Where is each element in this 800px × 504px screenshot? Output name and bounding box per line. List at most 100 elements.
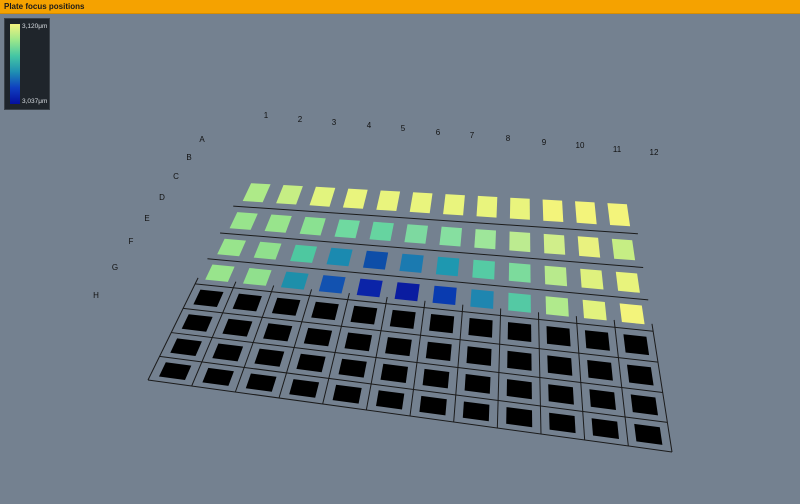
well-A5[interactable] (376, 190, 401, 212)
well-C2[interactable] (253, 241, 282, 260)
well-B2[interactable] (264, 214, 292, 233)
well-E4[interactable] (311, 301, 339, 321)
well-E8[interactable] (468, 318, 493, 338)
well-C6[interactable] (399, 253, 424, 273)
well-A6[interactable] (409, 192, 433, 214)
well-B6[interactable] (404, 224, 428, 244)
well-E5[interactable] (350, 305, 378, 325)
well-H11[interactable] (591, 418, 619, 439)
well-B10[interactable] (543, 233, 566, 255)
well-F10[interactable] (547, 355, 573, 376)
well-D11[interactable] (582, 299, 607, 321)
grid-col-line (537, 312, 542, 435)
well-C3[interactable] (290, 244, 318, 263)
well-B1[interactable] (229, 212, 258, 230)
well-G5[interactable] (338, 358, 367, 378)
well-F12[interactable] (627, 364, 654, 386)
well-E11[interactable] (584, 330, 610, 351)
well-D10[interactable] (545, 296, 569, 317)
well-D12[interactable] (619, 303, 645, 325)
well-E7[interactable] (429, 314, 455, 334)
well-H7[interactable] (419, 395, 447, 416)
well-B4[interactable] (334, 219, 360, 239)
well-G7[interactable] (422, 368, 450, 389)
well-F9[interactable] (507, 350, 532, 371)
column-label-6: 6 (436, 128, 441, 137)
well-B7[interactable] (439, 226, 462, 247)
well-H9[interactable] (506, 407, 533, 428)
well-A2[interactable] (276, 185, 303, 205)
well-G3[interactable] (254, 348, 285, 367)
well-A8[interactable] (476, 195, 498, 218)
well-F7[interactable] (425, 341, 452, 361)
well-A9[interactable] (509, 197, 530, 220)
well-H6[interactable] (376, 390, 405, 410)
well-E12[interactable] (623, 334, 650, 356)
well-G12[interactable] (630, 394, 658, 416)
well-B8[interactable] (474, 229, 496, 250)
well-B12[interactable] (611, 238, 636, 261)
well-F6[interactable] (385, 337, 412, 357)
well-D3[interactable] (280, 271, 309, 290)
well-D6[interactable] (394, 282, 420, 302)
well-A11[interactable] (575, 201, 597, 225)
well-B11[interactable] (577, 236, 601, 258)
well-C4[interactable] (326, 247, 353, 267)
well-D4[interactable] (318, 275, 346, 294)
well-B9[interactable] (509, 231, 531, 253)
well-H4[interactable] (289, 379, 320, 398)
well-E9[interactable] (507, 322, 532, 342)
well-E6[interactable] (389, 309, 416, 329)
well-A3[interactable] (309, 186, 336, 207)
well-D7[interactable] (432, 285, 457, 305)
well-C12[interactable] (615, 271, 640, 293)
well-G11[interactable] (589, 389, 616, 410)
well-E1[interactable] (193, 289, 224, 307)
well-A1[interactable] (242, 183, 271, 203)
well-F2[interactable] (222, 318, 253, 337)
well-E2[interactable] (232, 293, 262, 312)
well-H1[interactable] (159, 362, 192, 380)
well-B5[interactable] (369, 221, 394, 241)
well-F11[interactable] (587, 360, 613, 381)
well-C11[interactable] (580, 268, 604, 290)
plate-3d-view[interactable]: 1 2 3 4 5 6 7 8 9 10 11 12ABCDEFGH (0, 0, 800, 504)
well-H3[interactable] (245, 373, 277, 392)
well-G6[interactable] (380, 363, 409, 383)
well-C9[interactable] (508, 262, 531, 283)
well-F8[interactable] (466, 346, 492, 366)
well-G1[interactable] (170, 338, 202, 356)
well-G4[interactable] (296, 353, 326, 373)
well-C5[interactable] (363, 250, 389, 270)
well-D8[interactable] (470, 289, 494, 309)
well-H8[interactable] (462, 401, 490, 422)
well-F4[interactable] (303, 327, 333, 347)
well-A10[interactable] (542, 199, 564, 223)
well-H12[interactable] (634, 423, 663, 445)
well-F1[interactable] (181, 314, 213, 332)
well-E10[interactable] (546, 326, 571, 347)
well-G2[interactable] (212, 343, 244, 362)
well-F5[interactable] (344, 332, 373, 352)
well-A12[interactable] (607, 203, 631, 227)
well-F3[interactable] (263, 323, 293, 342)
well-H5[interactable] (332, 384, 362, 404)
well-G10[interactable] (548, 384, 574, 405)
well-A4[interactable] (342, 188, 368, 209)
well-C10[interactable] (544, 265, 568, 287)
well-G9[interactable] (506, 379, 532, 400)
well-D9[interactable] (508, 292, 531, 313)
well-D5[interactable] (356, 278, 383, 298)
well-C8[interactable] (472, 259, 495, 280)
well-H10[interactable] (549, 412, 576, 434)
well-D2[interactable] (243, 268, 272, 286)
well-C7[interactable] (435, 256, 460, 277)
well-G8[interactable] (464, 374, 491, 394)
well-C1[interactable] (217, 238, 246, 257)
well-A7[interactable] (443, 194, 465, 216)
well-D1[interactable] (205, 264, 235, 282)
well-B3[interactable] (299, 216, 326, 236)
well-E3[interactable] (271, 297, 301, 316)
well-H2[interactable] (202, 367, 234, 386)
row-label-G: G (112, 263, 118, 272)
